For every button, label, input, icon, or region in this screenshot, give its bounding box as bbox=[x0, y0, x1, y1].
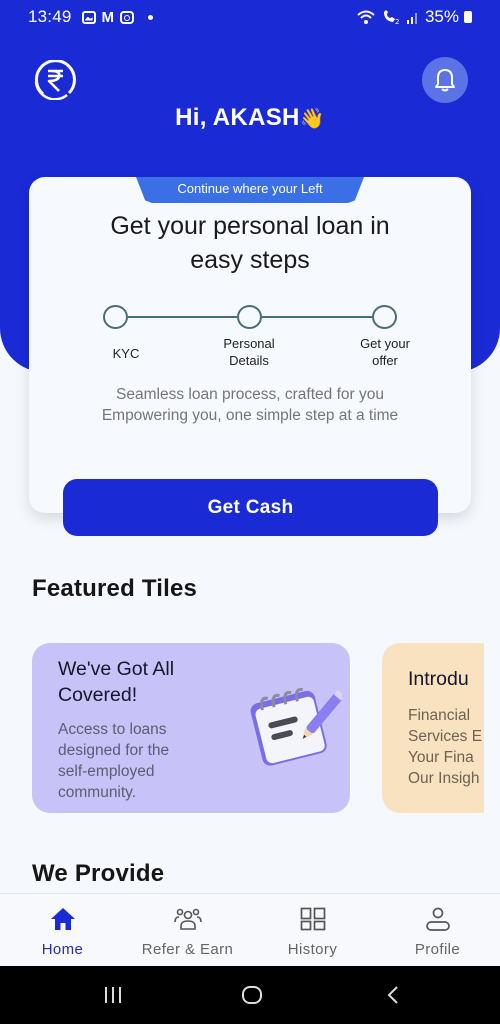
notepad-icon bbox=[250, 687, 342, 766]
wifi-icon bbox=[357, 10, 375, 24]
greeting-text: Hi, AKASH bbox=[175, 104, 300, 131]
card-title-line2: easy steps bbox=[190, 246, 310, 274]
greeting: Hi, AKASH👋 bbox=[0, 104, 500, 132]
rupee-logo-icon[interactable] bbox=[33, 59, 77, 101]
back-icon[interactable] bbox=[383, 984, 403, 1006]
users-icon bbox=[173, 906, 202, 932]
nav-item-profile[interactable]: Profile bbox=[375, 894, 500, 966]
featured-tile[interactable]: We've Got All Covered! Access to loans d… bbox=[32, 643, 350, 813]
loan-steps-card: Continue where your Left Get your person… bbox=[29, 177, 471, 513]
featured-tile[interactable]: Introdu Financial Services E Your Fina O… bbox=[382, 643, 484, 813]
step-circle-get-offer[interactable] bbox=[372, 305, 397, 329]
step-label-get-offer: Get your offer bbox=[360, 336, 410, 368]
instagram-icon bbox=[120, 10, 135, 24]
get-cash-button[interactable]: Get Cash bbox=[63, 479, 438, 536]
recents-icon[interactable] bbox=[102, 984, 124, 1006]
gmail-icon: M bbox=[101, 8, 115, 26]
notification-dot-icon bbox=[148, 14, 154, 20]
card-description: Seamless loan process, crafted for you E… bbox=[101, 386, 399, 424]
gallery-icon bbox=[81, 10, 96, 24]
nav-label: Profile bbox=[414, 941, 461, 958]
status-bar: 13:49 M 2 35% bbox=[0, 0, 500, 34]
svg-text:2: 2 bbox=[395, 18, 399, 25]
nav-label: Home bbox=[41, 941, 84, 958]
battery-icon bbox=[464, 11, 472, 23]
home-circle-icon[interactable] bbox=[240, 984, 264, 1006]
tile-description: Financial Services E Your Fina Our Insig… bbox=[408, 707, 483, 787]
step-circle-kyc[interactable] bbox=[103, 305, 128, 329]
wave-emoji-icon: 👋 bbox=[299, 108, 325, 130]
card-title: Get your personal loan in easy steps bbox=[29, 209, 471, 277]
status-time: 13:49 bbox=[28, 7, 72, 26]
continue-banner[interactable]: Continue where your Left bbox=[136, 177, 364, 203]
bell-icon bbox=[435, 69, 455, 92]
nav-item-refer-earn[interactable]: Refer & Earn bbox=[125, 894, 250, 966]
battery-percent: 35% bbox=[424, 7, 459, 26]
bottom-navigation: Home Refer & Earn History Profile bbox=[0, 893, 500, 965]
notification-button[interactable] bbox=[422, 57, 468, 103]
nav-item-history[interactable]: History bbox=[250, 894, 375, 966]
volte-call-icon: 2 bbox=[383, 10, 399, 25]
system-navigation-bar bbox=[0, 966, 500, 1024]
tile-title: We've Got All Covered! bbox=[58, 658, 175, 706]
featured-tiles-heading: Featured Tiles bbox=[32, 575, 198, 602]
we-provide-heading: We Provide bbox=[32, 860, 165, 887]
user-icon bbox=[424, 906, 452, 932]
tile-description: Access to loans designed for the self-em… bbox=[58, 721, 170, 801]
signal-icon bbox=[406, 13, 417, 24]
step-connector bbox=[128, 316, 238, 318]
home-icon bbox=[49, 906, 77, 932]
step-connector bbox=[262, 316, 372, 318]
nav-label: History bbox=[287, 941, 338, 958]
nav-label: Refer & Earn bbox=[141, 941, 234, 958]
step-label-personal-details: Personal Details bbox=[223, 336, 275, 368]
nav-item-home[interactable]: Home bbox=[0, 894, 125, 966]
step-circle-personal-details[interactable] bbox=[237, 305, 262, 329]
step-label-kyc: KYC bbox=[112, 346, 140, 361]
grid-icon bbox=[299, 906, 327, 932]
tile-title: Introdu bbox=[408, 668, 469, 690]
card-title-line1: Get your personal loan in bbox=[110, 212, 390, 240]
loan-stepper: KYC Personal Details Get your offer bbox=[29, 305, 471, 375]
